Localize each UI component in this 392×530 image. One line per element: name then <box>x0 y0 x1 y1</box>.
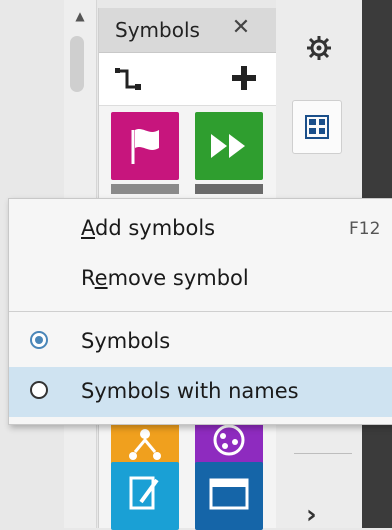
menu-label: Symbols with names <box>81 379 299 403</box>
menu-label: Symbols <box>81 329 171 353</box>
add-icon[interactable] <box>229 63 259 93</box>
chevron-right-icon[interactable]: › <box>306 500 317 530</box>
fast-forward-icon <box>211 134 245 158</box>
scroll-up-arrow-icon[interactable]: ▲ <box>72 8 88 24</box>
window-icon <box>209 478 249 510</box>
menu-item-view-symbols[interactable]: Symbols <box>9 317 392 367</box>
radio-checked-icon[interactable] <box>30 331 48 349</box>
menu-shortcut: F12 <box>349 219 381 239</box>
settings-gear-icon[interactable] <box>306 35 332 61</box>
context-menu: Add symbols F12 Remove symbol Symbols Sy… <box>8 198 392 425</box>
symbol-tile-edit-document[interactable] <box>111 462 179 530</box>
scrollbar-thumb[interactable] <box>70 36 84 92</box>
symbol-tile-window[interactable] <box>195 462 263 530</box>
symbol-tile-fast-forward[interactable] <box>195 112 263 180</box>
menu-item-remove-symbol[interactable]: Remove symbol <box>9 254 392 304</box>
menu-item-add-symbols[interactable]: Add symbols F12 <box>9 204 392 254</box>
layout-button[interactable] <box>292 100 342 154</box>
symbol-tile-flag[interactable] <box>111 112 179 180</box>
layout-icon <box>305 115 329 139</box>
close-icon[interactable]: ✕ <box>229 16 253 40</box>
panel-toolbar <box>99 53 277 106</box>
flag-icon <box>131 129 159 164</box>
radio-unchecked-icon[interactable] <box>30 381 48 399</box>
symbol-tile-partial[interactable] <box>111 184 179 194</box>
connector-icon[interactable] <box>113 65 145 93</box>
menu-label: Remove symbol <box>81 266 249 290</box>
edit-document-icon <box>129 476 159 510</box>
panel-title: Symbols <box>115 18 200 42</box>
divider <box>294 453 352 454</box>
panel-header: Symbols ✕ <box>99 8 277 53</box>
menu-item-view-symbols-with-names[interactable]: Symbols with names <box>9 367 392 417</box>
menu-label: Add symbols <box>81 216 216 240</box>
menu-separator <box>9 311 392 312</box>
symbol-tile-partial[interactable] <box>195 184 263 194</box>
